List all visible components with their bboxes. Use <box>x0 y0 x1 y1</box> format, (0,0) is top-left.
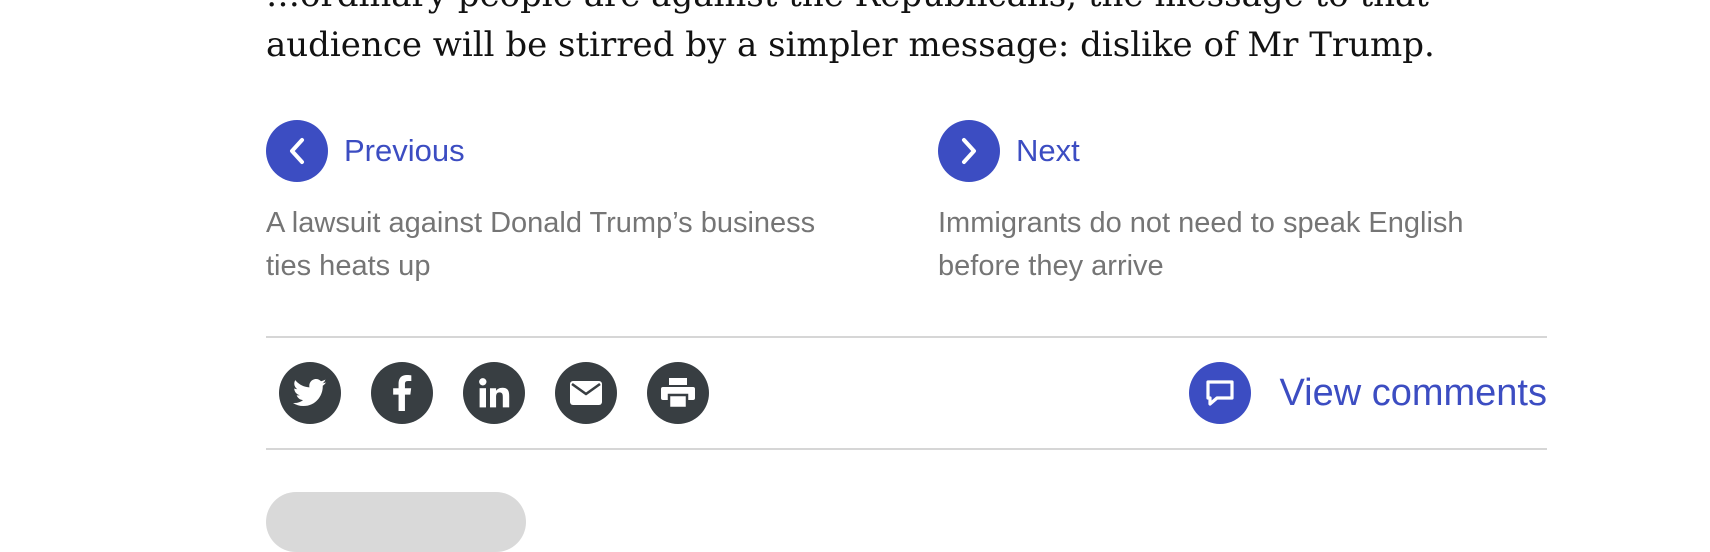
divider <box>266 448 1547 450</box>
previous-button[interactable] <box>266 120 328 182</box>
view-comments-label[interactable]: View comments <box>1279 372 1547 415</box>
share-bar <box>279 362 709 424</box>
comments-button[interactable] <box>1189 362 1252 424</box>
view-comments-link[interactable]: View comments <box>1189 362 1547 424</box>
chevron-left-icon <box>290 138 304 164</box>
print-icon <box>661 378 695 408</box>
previous-article-title[interactable]: A lawsuit against Donald Trump’s busines… <box>266 202 866 288</box>
divider <box>266 336 1547 338</box>
article-body-end: …ordinary people are against the Republi… <box>266 0 1546 70</box>
facebook-icon <box>393 375 412 411</box>
article-last-line: audience will be stirred by a simpler me… <box>266 25 1435 65</box>
twitter-icon <box>293 378 327 407</box>
previous-label[interactable]: Previous <box>344 133 465 169</box>
comment-icon <box>1206 380 1235 406</box>
share-linkedin-button[interactable] <box>463 362 525 424</box>
share-print-button[interactable] <box>647 362 709 424</box>
next-button[interactable] <box>938 120 1000 182</box>
chevron-right-icon <box>962 138 976 164</box>
share-twitter-button[interactable] <box>279 362 341 424</box>
previous-article-nav[interactable]: Previous A lawsuit against Donald Trump’… <box>266 120 866 288</box>
tag-pill[interactable] <box>266 492 526 552</box>
article-line-partial: …ordinary people are against the Republi… <box>266 0 1546 20</box>
next-article-nav[interactable]: Next Immigrants do not need to speak Eng… <box>938 120 1538 288</box>
previous-link[interactable]: Previous <box>266 120 866 182</box>
next-label[interactable]: Next <box>1016 133 1080 169</box>
linkedin-icon <box>479 378 510 408</box>
next-link[interactable]: Next <box>938 120 1538 182</box>
next-article-title[interactable]: Immigrants do not need to speak English … <box>938 202 1538 288</box>
email-icon <box>570 381 602 405</box>
share-email-button[interactable] <box>555 362 617 424</box>
share-facebook-button[interactable] <box>371 362 433 424</box>
